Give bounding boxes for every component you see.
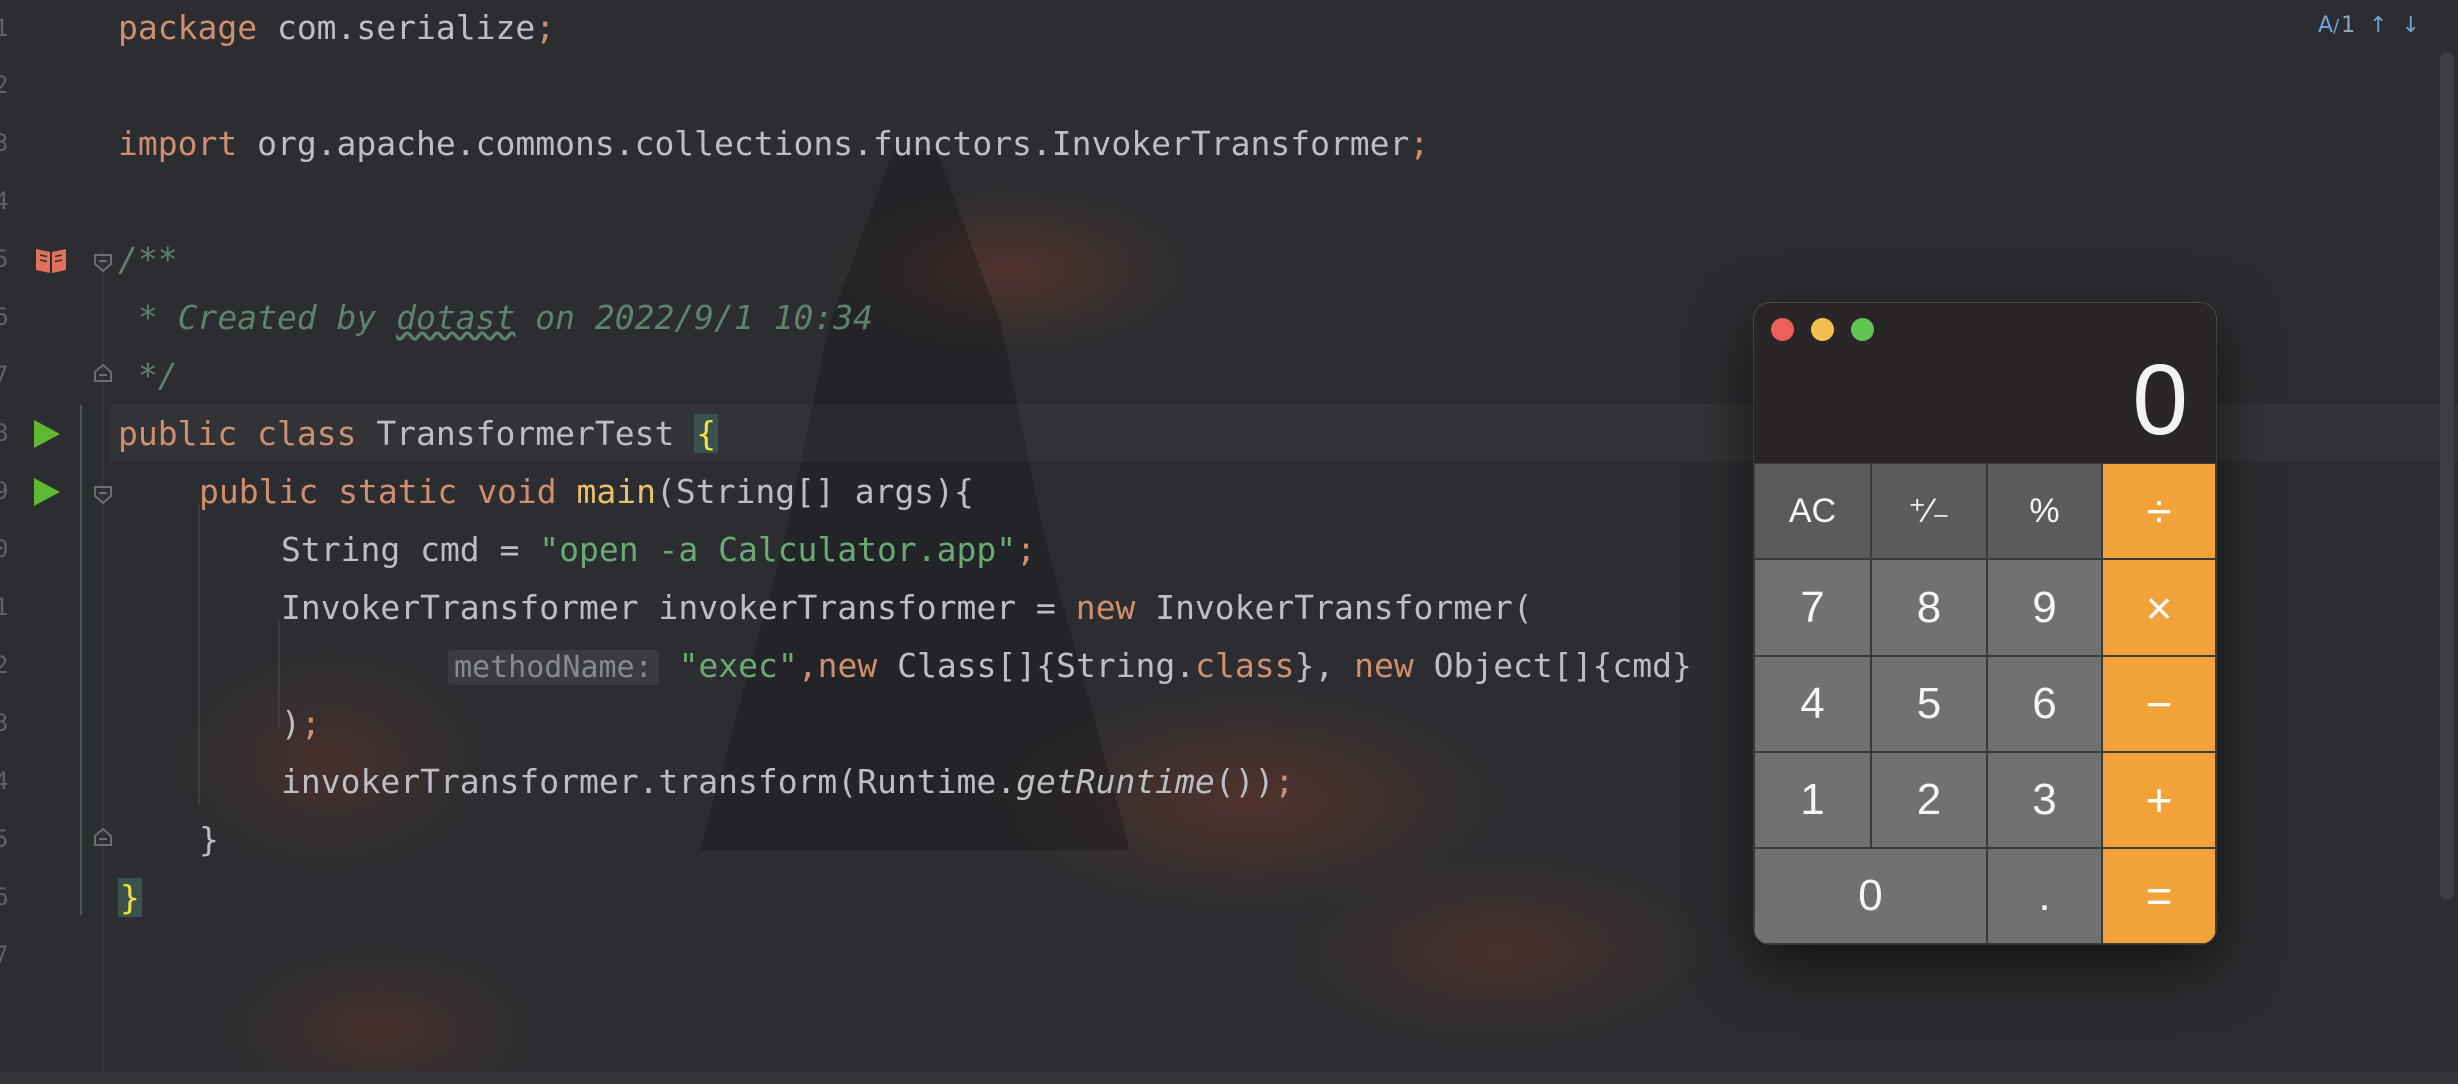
spellcheck-icon[interactable]: A∕ <box>2318 13 2339 38</box>
fold-end-icon[interactable] <box>92 362 114 384</box>
line-number: 2 <box>0 651 9 679</box>
indent-guide <box>198 505 200 805</box>
line-number: 6 <box>0 883 9 911</box>
find-count: 1 <box>2341 12 2356 38</box>
line-number: 1 <box>0 593 9 621</box>
digit-8-button[interactable]: 8 <box>1871 559 1987 656</box>
line-number: 0 <box>0 535 9 563</box>
code-line: ); <box>281 704 321 743</box>
fold-end-icon[interactable] <box>92 826 114 848</box>
indent-guide <box>278 620 280 730</box>
parameter-hint: methodName: <box>448 650 659 685</box>
inspection-widget[interactable]: A∕ 1 ↑ ↓ <box>2318 10 2420 40</box>
minus-button[interactable]: − <box>2102 656 2216 752</box>
line-number: 8 <box>0 419 9 447</box>
calculator-titlebar[interactable]: 0 <box>1754 303 2216 463</box>
line-number: 7 <box>0 361 9 389</box>
digit-1-button[interactable]: 1 <box>1754 752 1871 848</box>
zoom-button[interactable] <box>1851 318 1874 341</box>
digit-5-button[interactable]: 5 <box>1871 656 1987 752</box>
code-line: */ <box>118 356 178 395</box>
code-line: } <box>199 820 219 859</box>
code-line: methodName: "exec",new Class[]{String.cl… <box>448 646 1692 686</box>
arrow-down-icon[interactable]: ↓ <box>2402 13 2420 38</box>
digit-0-button[interactable]: 0 <box>1754 848 1987 944</box>
multiply-button[interactable]: × <box>2102 559 2216 656</box>
line-number: 2 <box>0 71 9 99</box>
decimal-button[interactable]: . <box>1987 848 2102 944</box>
line-number: 7 <box>0 941 9 969</box>
code-line: invokerTransformer.transform(Runtime.get… <box>281 762 1295 801</box>
equals-button[interactable]: = <box>2102 848 2216 944</box>
horizontal-scrollbar[interactable] <box>0 1072 2458 1084</box>
digit-2-button[interactable]: 2 <box>1871 752 1987 848</box>
reader-mode-icon[interactable] <box>34 245 68 275</box>
vertical-scrollbar[interactable] <box>2440 52 2454 900</box>
calculator-window[interactable]: 0 AC ⁺∕₋ % ÷ 7 8 9 × 4 5 6 − 1 2 3 + 0 .… <box>1754 303 2216 944</box>
code-line: InvokerTransformer invokerTransformer = … <box>281 588 1533 627</box>
line-number: 1 <box>0 14 9 42</box>
digit-3-button[interactable]: 3 <box>1987 752 2102 848</box>
line-number: 5 <box>0 245 9 273</box>
digit-4-button[interactable]: 4 <box>1754 656 1871 752</box>
code-line: String cmd = "open -a Calculator.app"; <box>281 530 1036 569</box>
line-number: 5 <box>0 825 9 853</box>
editor-gutter: 1 2 3 4 5 6 7 8 9 0 1 2 3 4 5 6 7 <box>0 0 112 1084</box>
line-number: 9 <box>0 477 9 505</box>
arrow-up-icon[interactable]: ↑ <box>2369 13 2387 38</box>
clear-button[interactable]: AC <box>1754 463 1871 559</box>
close-button[interactable] <box>1771 318 1794 341</box>
code-line: /** <box>118 240 178 279</box>
calculator-display: 0 <box>2132 344 2188 456</box>
code-line: * Created by dotast on 2022/9/1 10:34 <box>118 298 873 337</box>
indent-guide <box>80 405 82 915</box>
code-line: import org.apache.commons.collections.fu… <box>118 124 1430 163</box>
fold-collapse-icon[interactable] <box>92 252 114 274</box>
line-number: 3 <box>0 709 9 737</box>
sign-toggle-button[interactable]: ⁺∕₋ <box>1871 463 1987 559</box>
code-line: public static void main(String[] args){ <box>199 472 974 511</box>
line-number: 6 <box>0 303 9 331</box>
digit-6-button[interactable]: 6 <box>1987 656 2102 752</box>
run-main-icon[interactable] <box>30 476 62 508</box>
plus-button[interactable]: + <box>2102 752 2216 848</box>
run-class-icon[interactable] <box>30 418 62 450</box>
line-number: 4 <box>0 767 9 795</box>
code-line: public class TransformerTest { <box>118 414 719 453</box>
line-number: 4 <box>0 187 9 215</box>
line-number: 3 <box>0 129 9 157</box>
code-line: } <box>118 878 142 917</box>
digit-7-button[interactable]: 7 <box>1754 559 1871 656</box>
digit-9-button[interactable]: 9 <box>1987 559 2102 656</box>
percent-button[interactable]: % <box>1987 463 2102 559</box>
code-line: package com.serialize; <box>118 8 556 47</box>
fold-collapse-icon[interactable] <box>92 484 114 506</box>
minimize-button[interactable] <box>1811 318 1834 341</box>
divide-button[interactable]: ÷ <box>2102 463 2216 559</box>
